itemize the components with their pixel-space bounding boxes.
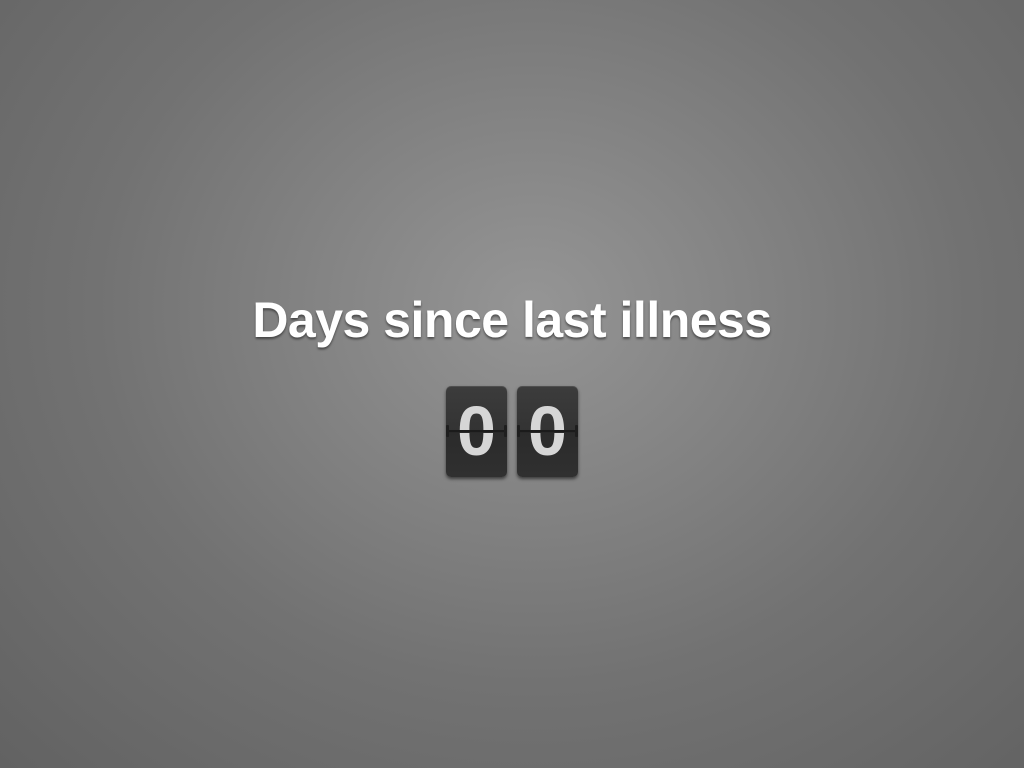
- flip-counter: 0 0: [446, 386, 578, 478]
- counter-screen: Days since last illness 0 0: [0, 0, 1024, 768]
- flip-hinge: [504, 425, 507, 437]
- flip-split-line: [517, 430, 578, 433]
- flip-hinge: [446, 425, 449, 437]
- flip-hinge: [575, 425, 578, 437]
- page-title: Days since last illness: [252, 292, 772, 348]
- digit-card: 0: [446, 386, 507, 477]
- flip-hinge: [517, 425, 520, 437]
- digit-card: 0: [517, 386, 578, 477]
- flip-split-line: [446, 430, 507, 433]
